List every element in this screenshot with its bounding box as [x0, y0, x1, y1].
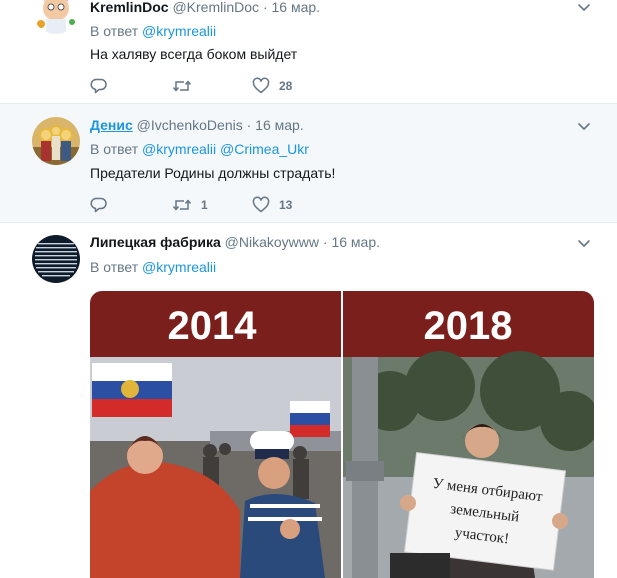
reply-prefix: В ответ	[90, 23, 139, 39]
retweet-icon	[172, 80, 192, 92]
tweet-text: На халяву всегда боком выйдет	[90, 46, 298, 62]
reply-icon	[90, 197, 107, 213]
heart-icon	[252, 196, 270, 213]
avatar[interactable]	[32, 235, 80, 283]
chevron-down-icon[interactable]	[577, 0, 591, 14]
display-name[interactable]: Денис	[90, 117, 133, 133]
tweet-header: Денис @IvchenkoDenis · 16 мар.	[90, 116, 304, 134]
flag-icon	[92, 363, 172, 417]
user-handle[interactable]: @KremlinDoc	[172, 0, 259, 15]
reply-button[interactable]	[90, 195, 117, 215]
separator-dot: ·	[246, 117, 252, 133]
tweet-actions: 28	[90, 76, 390, 96]
year-right: 2018	[424, 304, 513, 348]
reply-context: В ответ @krymrealii	[90, 22, 216, 40]
year-left: 2014	[168, 304, 258, 348]
tweet-actions: 1 13	[90, 195, 390, 215]
heart-icon	[252, 77, 270, 94]
avatar[interactable]	[32, 0, 80, 34]
display-name[interactable]: Липецкая фабрика	[90, 234, 221, 250]
tweet-kremlindoc[interactable]: KremlinDoc @KremlinDoc · 16 мар. В ответ…	[0, 0, 617, 104]
reply-icon	[90, 78, 107, 94]
mention-link[interactable]: @krymrealii	[142, 141, 216, 157]
like-count: 13	[279, 198, 293, 212]
chevron-down-icon[interactable]	[577, 236, 591, 250]
retweet-count: 1	[201, 198, 208, 212]
user-handle[interactable]: @Nikakoywww	[225, 234, 319, 250]
like-button[interactable]: 28	[252, 76, 292, 96]
retweet-icon	[172, 199, 192, 211]
separator-dot: ·	[322, 234, 328, 250]
tweet-header: Липецкая фабрика @Nikakoywww · 16 мар.	[90, 233, 380, 251]
avatar[interactable]	[32, 117, 80, 165]
mention-link[interactable]: @Crimea_Ukr	[220, 141, 309, 157]
tweet-date[interactable]: 16 мар.	[255, 117, 304, 133]
reply-context: В ответ @krymrealii @Crimea_Ukr	[90, 140, 309, 158]
separator-dot: ·	[262, 0, 268, 15]
reply-button[interactable]	[90, 76, 117, 96]
tweet-photo[interactable]: 2014 2018 У меня отбирают земельный учас…	[90, 291, 594, 578]
protest-sign: У меня отбирают земельный участок!	[403, 452, 567, 571]
tweet-header: KremlinDoc @KremlinDoc · 16 мар.	[90, 0, 320, 16]
reply-context: В ответ @krymrealii	[90, 258, 216, 276]
mention-link[interactable]: @krymrealii	[142, 23, 216, 39]
tweet-denis[interactable]: Денис @IvchenkoDenis · 16 мар. В ответ @…	[0, 104, 617, 223]
tweet-lipetsk[interactable]: Липецкая фабрика @Nikakoywww · 16 мар. В…	[0, 223, 617, 578]
retweet-button[interactable]: 1	[172, 195, 208, 215]
tweet-date[interactable]: 16 мар.	[331, 234, 380, 250]
reply-prefix: В ответ	[90, 141, 139, 157]
tweet-text: Предатели Родины должны страдать!	[90, 165, 336, 181]
like-count: 28	[279, 79, 293, 93]
reply-prefix: В ответ	[90, 259, 139, 275]
chevron-down-icon[interactable]	[577, 119, 591, 133]
retweet-button[interactable]	[172, 76, 201, 96]
tweet-date[interactable]: 16 мар.	[272, 0, 321, 15]
user-handle[interactable]: @IvchenkoDenis	[137, 117, 243, 133]
display-name[interactable]: KremlinDoc	[90, 0, 169, 15]
like-button[interactable]: 13	[252, 195, 292, 215]
mention-link[interactable]: @krymrealii	[142, 259, 216, 275]
